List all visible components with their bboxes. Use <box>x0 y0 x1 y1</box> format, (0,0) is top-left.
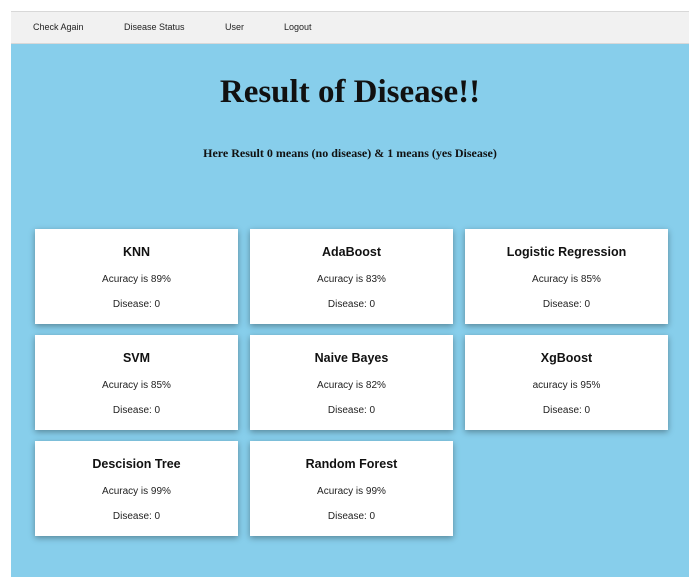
page-frame: Check Again Disease Status User Logout R… <box>11 11 689 577</box>
card-disease-result: Disease: 0 <box>327 405 376 416</box>
result-card-knn: KNN Acuracy is 89% Disease: 0 <box>35 229 238 324</box>
result-card-adaboost: AdaBoost Acuracy is 83% Disease: 0 <box>250 229 453 324</box>
nav-logout-link[interactable]: Logout <box>284 22 312 32</box>
card-model-name: Random Forest <box>305 457 398 471</box>
card-model-name: XgBoost <box>540 351 593 365</box>
result-card-decision-tree: Descision Tree Acuracy is 99% Disease: 0 <box>35 441 238 536</box>
card-accuracy: Acuracy is 99% <box>102 486 171 497</box>
card-model-name: AdaBoost <box>321 245 382 259</box>
card-model-name: Descision Tree <box>92 457 181 471</box>
card-accuracy: acuracy is 95% <box>532 380 601 391</box>
card-disease-result: Disease: 0 <box>327 299 376 310</box>
result-card-logistic-regression: Logistic Regression Acuracy is 85% Disea… <box>465 229 668 324</box>
card-accuracy: Acuracy is 83% <box>317 274 386 285</box>
page-subtitle: Here Result 0 means (no disease) & 1 mea… <box>203 146 497 160</box>
card-accuracy: Acuracy is 82% <box>317 380 386 391</box>
card-disease-result: Disease: 0 <box>112 511 161 522</box>
top-navbar: Check Again Disease Status User Logout <box>11 11 689 44</box>
card-disease-result: Disease: 0 <box>542 299 591 310</box>
card-disease-result: Disease: 0 <box>542 405 591 416</box>
result-card-naive-bayes: Naive Bayes Acuracy is 82% Disease: 0 <box>250 335 453 430</box>
page-title: Result of Disease!! <box>219 74 481 110</box>
card-model-name: Naive Bayes <box>314 351 389 365</box>
result-card-svm: SVM Acuracy is 85% Disease: 0 <box>35 335 238 430</box>
nav-disease-status-link[interactable]: Disease Status <box>124 22 185 32</box>
nav-check-again-link[interactable]: Check Again <box>33 22 84 32</box>
nav-user-link[interactable]: User <box>225 22 244 32</box>
card-accuracy: Acuracy is 85% <box>532 274 601 285</box>
result-card-random-forest: Random Forest Acuracy is 99% Disease: 0 <box>250 441 453 536</box>
card-model-name: KNN <box>122 245 151 259</box>
card-model-name: Logistic Regression <box>506 245 627 259</box>
result-card-xgboost: XgBoost acuracy is 95% Disease: 0 <box>465 335 668 430</box>
card-accuracy: Acuracy is 85% <box>102 380 171 391</box>
card-accuracy: Acuracy is 99% <box>317 486 386 497</box>
card-disease-result: Disease: 0 <box>112 405 161 416</box>
card-accuracy: Acuracy is 89% <box>102 274 171 285</box>
card-model-name: SVM <box>122 351 151 365</box>
card-disease-result: Disease: 0 <box>112 299 161 310</box>
card-disease-result: Disease: 0 <box>327 511 376 522</box>
